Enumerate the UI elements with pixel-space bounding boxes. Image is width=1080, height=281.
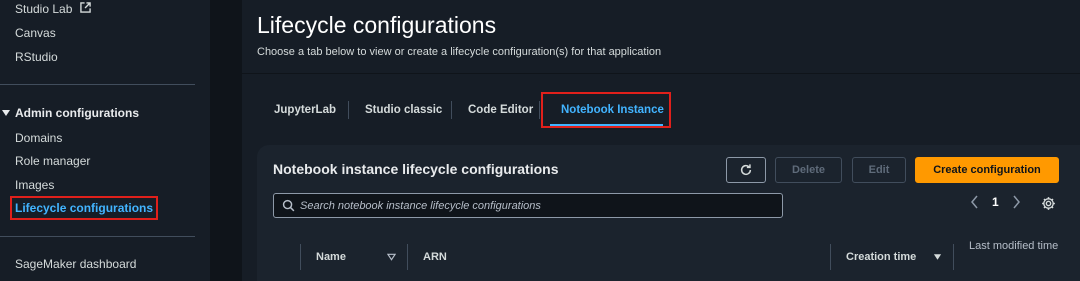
edit-button[interactable]: Edit	[852, 157, 906, 183]
refresh-button[interactable]	[726, 157, 766, 183]
sidebar-item-lifecycle-configurations[interactable]: Lifecycle configurations	[9, 196, 159, 220]
tab-studio-classic[interactable]: Studio classic	[365, 92, 442, 128]
column-separator	[407, 244, 408, 270]
gear-icon	[1042, 197, 1055, 210]
page-title: Lifecycle configurations	[257, 12, 497, 38]
sidebar-divider	[0, 84, 195, 85]
header-divider	[242, 73, 1080, 74]
sort-icon[interactable]	[387, 253, 396, 261]
create-configuration-button[interactable]: Create configuration	[915, 157, 1059, 183]
sidebar: Studio Lab Canvas RStudio Admin configur…	[0, 0, 210, 281]
sidebar-item-studio-lab[interactable]: Studio Lab	[15, 2, 91, 16]
sidebar-item-label: Studio Lab	[15, 2, 73, 16]
tab-separator	[348, 101, 349, 119]
refresh-icon	[740, 164, 752, 176]
sidebar-item-domains[interactable]: Domains	[15, 131, 62, 145]
tab-separator	[451, 101, 452, 119]
tab-separator	[539, 101, 540, 119]
chevron-left-icon	[971, 195, 978, 209]
sidebar-item-role-manager[interactable]: Role manager	[15, 154, 90, 168]
sidebar-item-images[interactable]: Images	[15, 178, 54, 192]
lifecycle-config-panel: Notebook instance lifecycle configuratio…	[257, 145, 1080, 281]
column-separator	[953, 244, 954, 270]
column-separator	[300, 244, 301, 270]
section-label: Admin configurations	[15, 106, 139, 120]
previous-page-button[interactable]	[970, 195, 979, 212]
column-separator	[830, 244, 831, 270]
search-icon	[282, 199, 295, 212]
sidebar-item-rstudio[interactable]: RStudio	[15, 50, 58, 64]
external-link-icon	[79, 2, 91, 14]
preferences-button[interactable]	[1041, 196, 1056, 216]
active-tab-indicator	[550, 124, 663, 126]
column-header-name[interactable]: Name	[316, 251, 346, 263]
caret-down-icon	[2, 109, 10, 116]
layout-gutter	[210, 0, 242, 281]
main-content: Lifecycle configurations Choose a tab be…	[242, 0, 1080, 281]
search-box	[273, 193, 783, 218]
column-header-creation-time[interactable]: Creation time	[846, 251, 916, 263]
sidebar-divider	[0, 236, 195, 237]
sort-descending-icon[interactable]	[933, 253, 942, 261]
page-description: Choose a tab below to view or create a l…	[257, 46, 662, 58]
delete-button[interactable]: Delete	[775, 157, 842, 183]
table-header: Name ARN Creation time Last modified tim…	[257, 233, 1080, 281]
sidebar-section-admin-configurations[interactable]: Admin configurations	[2, 106, 139, 120]
current-page-number[interactable]: 1	[992, 195, 999, 209]
column-header-last-modified-time[interactable]: Last modified time	[969, 238, 1059, 255]
tab-code-editor[interactable]: Code Editor	[468, 92, 533, 128]
sidebar-item-sagemaker-dashboard[interactable]: SageMaker dashboard	[15, 257, 136, 271]
sidebar-item-canvas[interactable]: Canvas	[15, 26, 56, 40]
tab-notebook-instance[interactable]: Notebook Instance	[561, 92, 664, 128]
tab-jupyterlab[interactable]: JupyterLab	[274, 92, 336, 128]
chevron-right-icon	[1013, 195, 1020, 209]
search-input[interactable]	[300, 194, 770, 217]
column-header-arn[interactable]: ARN	[423, 251, 447, 263]
panel-title: Notebook instance lifecycle configuratio…	[273, 161, 559, 177]
next-page-button[interactable]	[1012, 195, 1021, 212]
